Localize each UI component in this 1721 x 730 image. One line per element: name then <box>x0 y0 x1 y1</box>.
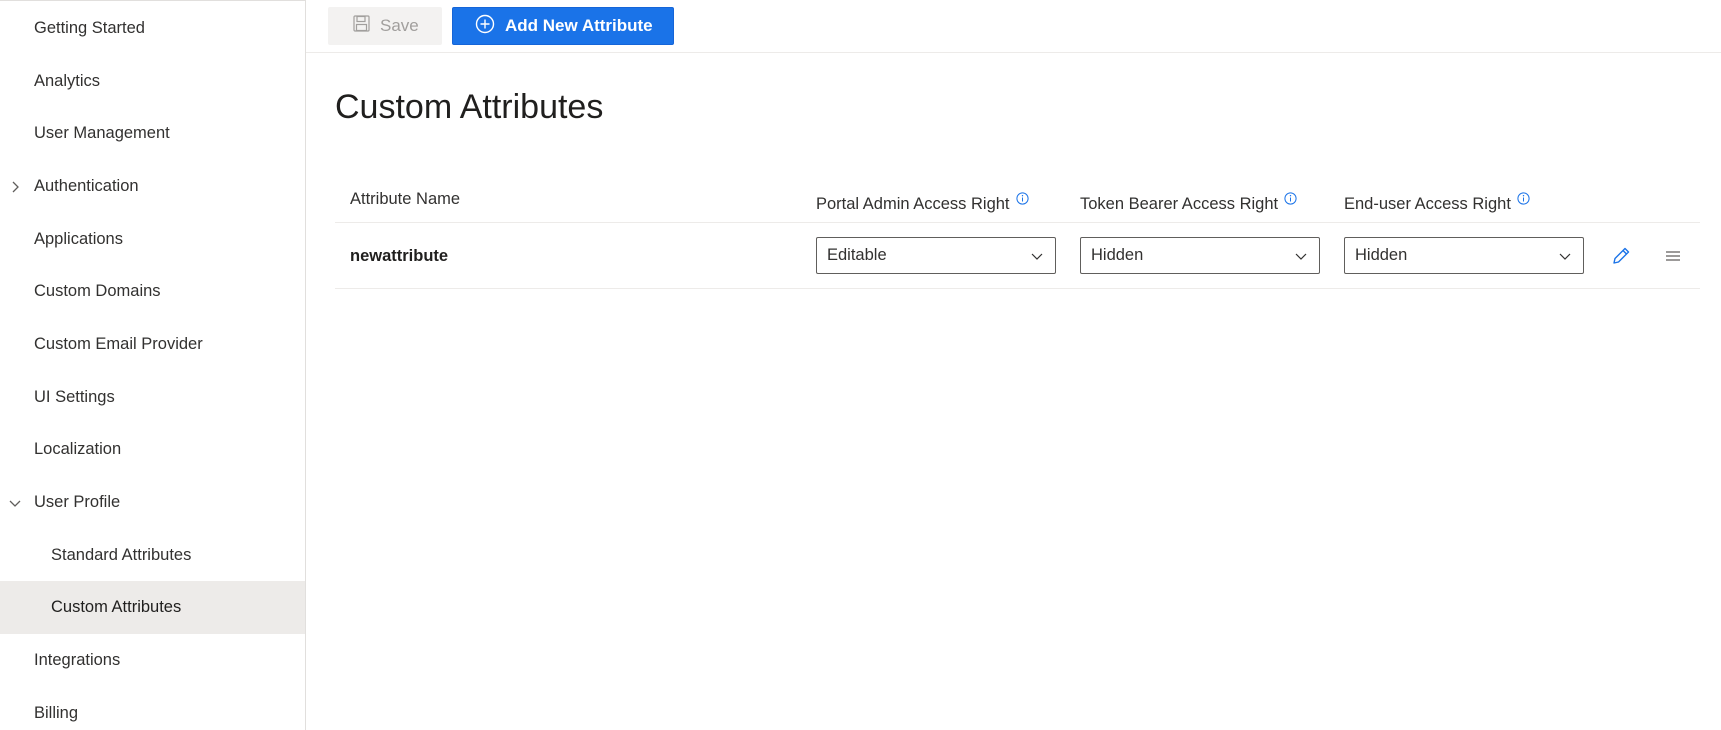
sidebar-item-custom-domains[interactable]: Custom Domains <box>0 265 305 318</box>
sidebar-item-analytics[interactable]: Analytics <box>0 55 305 108</box>
sidebar-item-label: UI Settings <box>34 388 115 406</box>
sidebar-item-user-management[interactable]: User Management <box>0 107 305 160</box>
info-icon[interactable] <box>1015 191 1029 210</box>
save-button-label: Save <box>380 16 419 35</box>
table-header-row: Attribute Name Portal Admin Access Right… <box>335 175 1700 223</box>
end-user-access-dropdown[interactable]: Hidden <box>1344 237 1584 274</box>
sidebar-item-label: Standard Attributes <box>51 546 192 564</box>
column-header-label: Portal Admin Access Right <box>816 194 1010 213</box>
sidebar-item-localization[interactable]: Localization <box>0 423 305 476</box>
chevron-down-icon <box>1558 249 1572 268</box>
drag-handle-icon[interactable] <box>1660 243 1686 269</box>
sidebar: Getting Started Analytics User Managemen… <box>0 0 306 730</box>
add-new-attribute-label: Add New Attribute <box>505 16 653 35</box>
dropdown-value: Editable <box>827 246 887 264</box>
sidebar-item-label: Billing <box>34 704 79 722</box>
column-header-label: Token Bearer Access Right <box>1080 194 1279 213</box>
chevron-down-icon <box>1030 249 1044 268</box>
sidebar-item-label: User Management <box>34 124 170 142</box>
column-header-attribute-name[interactable]: Attribute Name <box>350 175 460 223</box>
info-icon[interactable] <box>1517 191 1530 210</box>
portal-admin-access-dropdown[interactable]: Editable <box>816 237 1056 274</box>
floppy-disk-icon <box>353 15 370 37</box>
sidebar-item-authentication[interactable]: Authentication <box>0 160 305 213</box>
column-header-label: Attribute Name <box>350 189 461 208</box>
sidebar-item-label: Custom Domains <box>34 282 161 300</box>
info-icon[interactable] <box>1284 191 1297 210</box>
sidebar-item-ui-settings[interactable]: UI Settings <box>0 371 305 424</box>
sidebar-item-label: Localization <box>34 440 122 458</box>
table-row[interactable]: newattribute Editable Hidden Hidden <box>335 223 1700 289</box>
app-root: Getting Started Analytics User Managemen… <box>0 0 1721 730</box>
chevron-down-icon <box>1294 249 1308 268</box>
sidebar-item-label: User Profile <box>34 493 121 511</box>
sidebar-item-label: Custom Email Provider <box>34 335 203 353</box>
column-header-end-user[interactable]: End-user Access Right <box>1344 180 1530 228</box>
sidebar-item-custom-attributes[interactable]: Custom Attributes <box>0 581 305 634</box>
attributes-table: Attribute Name Portal Admin Access Right… <box>335 175 1700 289</box>
sidebar-item-label: Applications <box>34 230 123 248</box>
command-bar: Save Add New Attribute <box>306 0 1721 53</box>
save-button[interactable]: Save <box>328 7 442 45</box>
add-circle-icon <box>475 14 495 39</box>
sidebar-item-label: Custom Attributes <box>51 598 182 616</box>
sidebar-item-label: Authentication <box>34 177 139 195</box>
add-new-attribute-button[interactable]: Add New Attribute <box>452 7 674 45</box>
sidebar-item-label: Analytics <box>34 72 101 90</box>
chevron-right-icon[interactable] <box>8 180 22 194</box>
chevron-down-icon[interactable] <box>8 496 22 510</box>
sidebar-item-custom-email-provider[interactable]: Custom Email Provider <box>0 318 305 371</box>
sidebar-item-billing[interactable]: Billing <box>0 687 305 730</box>
column-header-token-bearer[interactable]: Token Bearer Access Right <box>1080 180 1297 228</box>
sidebar-item-label: Integrations <box>34 651 121 669</box>
sidebar-item-label: Getting Started <box>34 19 145 37</box>
attribute-name-cell: newattribute <box>350 246 449 265</box>
token-bearer-access-dropdown[interactable]: Hidden <box>1080 237 1320 274</box>
dropdown-value: Hidden <box>1355 246 1408 264</box>
edit-pencil-icon[interactable] <box>1608 243 1634 269</box>
sidebar-item-user-profile[interactable]: User Profile <box>0 476 305 529</box>
sidebar-item-applications[interactable]: Applications <box>0 213 305 266</box>
sidebar-item-getting-started[interactable]: Getting Started <box>0 2 305 55</box>
sidebar-item-standard-attributes[interactable]: Standard Attributes <box>0 529 305 582</box>
dropdown-value: Hidden <box>1091 246 1144 264</box>
column-header-portal-admin[interactable]: Portal Admin Access Right <box>816 180 1029 228</box>
page-title: Custom Attributes <box>335 88 604 126</box>
column-header-label: End-user Access Right <box>1344 194 1511 213</box>
sidebar-item-integrations[interactable]: Integrations <box>0 634 305 687</box>
